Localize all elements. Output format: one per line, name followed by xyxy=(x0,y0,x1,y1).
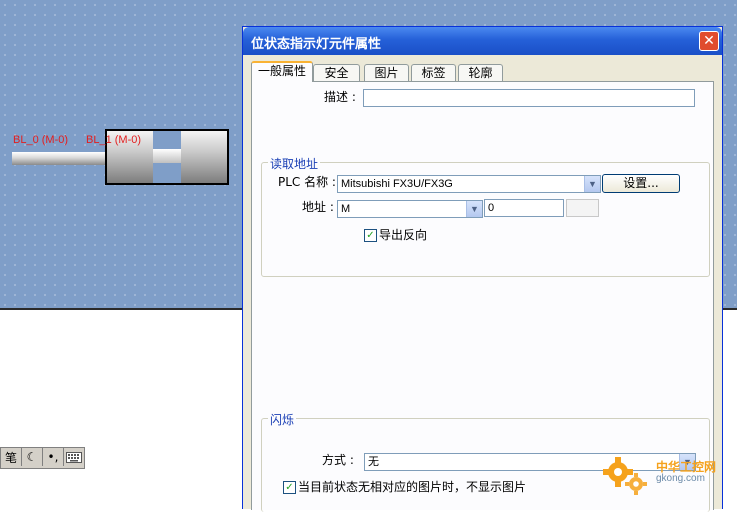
invert-output-checkbox[interactable]: ✓ xyxy=(364,229,377,242)
chevron-down-icon[interactable]: ▼ xyxy=(466,201,482,217)
address-device-select[interactable]: M ▼ xyxy=(337,200,483,218)
blink-title: 闪烁 xyxy=(268,411,297,428)
watermark-logo: 中华工控网 gkong.com xyxy=(600,452,716,500)
plc-name-label: PLC 名称 : xyxy=(278,175,336,189)
general-panel: 描述 : 读取地址 PLC 名称 : Mitsubishi FX3U/FX3G … xyxy=(251,81,714,512)
description-input[interactable] xyxy=(363,89,695,107)
settings-button[interactable]: 设置... xyxy=(602,174,680,193)
lamp0-label: BL_0 (M-0) xyxy=(13,134,69,146)
tab-picture[interactable]: 图片 xyxy=(364,64,409,81)
plc-name-value: Mitsubishi FX3U/FX3G xyxy=(341,178,453,190)
keyboard-icon[interactable] xyxy=(64,448,84,466)
bit-lamp-0[interactable] xyxy=(12,152,107,165)
punct-icon[interactable]: •, xyxy=(43,448,64,466)
properties-dialog: 位状态指示灯元件属性 ✕ 一般属性 安全 图片 标签 轮廓 描述 : 读取地址 … xyxy=(242,26,723,512)
tab-security[interactable]: 安全 xyxy=(313,64,360,81)
address-label: 地址 : xyxy=(302,200,334,214)
address-device-value: M xyxy=(341,203,351,215)
lamp1-label: BL_1 (M-0) xyxy=(86,134,142,146)
dialog-titlebar[interactable]: 位状态指示灯元件属性 ✕ xyxy=(243,27,722,55)
address-extra-field xyxy=(566,199,599,217)
pen-icon[interactable]: 笔 xyxy=(1,448,22,466)
hide-picture-label: 当目前状态无相对应的图片时，不显示图片 xyxy=(298,480,527,494)
moon-icon[interactable]: ☾ xyxy=(22,448,43,466)
blink-mode-label: 方式 : xyxy=(322,453,354,467)
ime-toolbar[interactable]: 笔 ☾ •, xyxy=(0,447,85,469)
read-address-group: 读取地址 PLC 名称 : Mitsubishi FX3U/FX3G ▼ 设置.… xyxy=(261,155,710,277)
plc-name-select[interactable]: Mitsubishi FX3U/FX3G ▼ xyxy=(337,175,601,193)
gear-icon xyxy=(603,457,647,495)
dialog-title: 位状态指示灯元件属性 xyxy=(251,37,382,52)
close-icon[interactable]: ✕ xyxy=(699,31,719,51)
hide-picture-checkbox[interactable]: ✓ xyxy=(283,481,296,494)
tab-outline[interactable]: 轮廓 xyxy=(458,64,503,81)
read-address-title: 读取地址 xyxy=(268,155,321,172)
tab-general[interactable]: 一般属性 xyxy=(251,61,313,82)
address-value-input[interactable]: 0 xyxy=(484,199,564,217)
chevron-down-icon[interactable]: ▼ xyxy=(584,176,600,192)
blink-mode-value: 无 xyxy=(368,456,379,468)
description-label: 描述 : xyxy=(324,90,356,104)
watermark-url: gkong.com xyxy=(656,473,705,484)
tab-label[interactable]: 标签 xyxy=(411,64,456,81)
invert-output-label: 导出反向 xyxy=(379,228,428,242)
